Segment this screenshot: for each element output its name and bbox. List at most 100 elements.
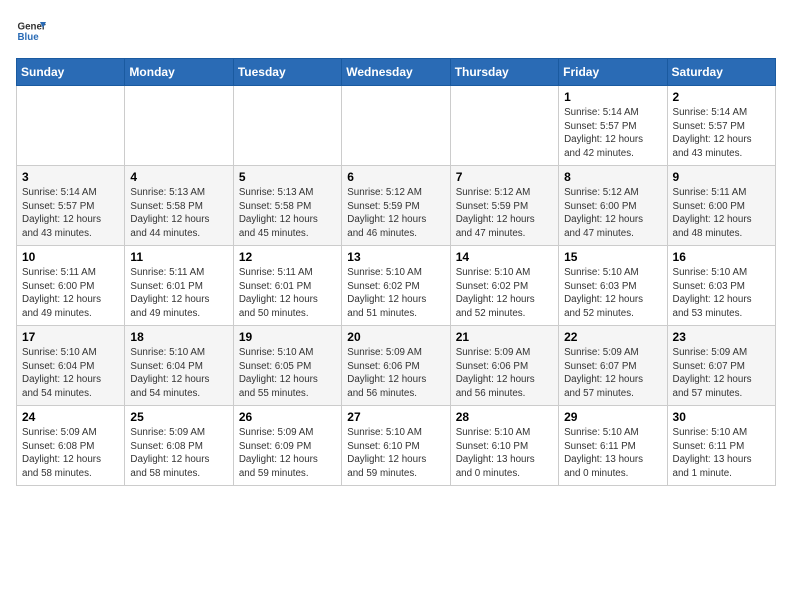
day-info: Sunrise: 5:09 AM Sunset: 6:06 PM Dayligh… [347, 346, 444, 401]
calendar-body: 1 Sunrise: 5:14 AM Sunset: 5:57 PM Daylig… [17, 86, 776, 486]
svg-text:Blue: Blue [18, 32, 40, 43]
day-info: Sunrise: 5:10 AM Sunset: 6:05 PM Dayligh… [239, 346, 336, 401]
day-number: 15 [564, 250, 661, 264]
calendar-cell: 11 Sunrise: 5:11 AM Sunset: 6:01 PM Dayli… [125, 246, 233, 326]
day-number: 21 [456, 330, 553, 344]
day-info: Sunrise: 5:11 AM Sunset: 6:00 PM Dayligh… [22, 266, 119, 321]
calendar-week-2: 3Sunrise: 5:14 AM Sunset: 5:57 PM Daylig… [17, 166, 776, 246]
day-info: Sunrise: 5:12 AM Sunset: 5:59 PM Dayligh… [456, 186, 553, 241]
day-number: 3 [22, 170, 119, 184]
calendar-cell: 29 Sunrise: 5:10 AM Sunset: 6:11 PM Dayli… [559, 406, 667, 486]
day-number: 16 [673, 250, 770, 264]
day-info: Sunrise: 5:09 AM Sunset: 6:07 PM Dayligh… [564, 346, 661, 401]
calendar-week-4: 17 Sunrise: 5:10 AM Sunset: 6:04 PM Dayli… [17, 326, 776, 406]
calendar-cell: 26 Sunrise: 5:09 AM Sunset: 6:09 PM Dayli… [233, 406, 341, 486]
day-number: 23 [673, 330, 770, 344]
calendar-cell [17, 86, 125, 166]
day-number: 14 [456, 250, 553, 264]
calendar-cell: 19Sunrise: 5:10 AM Sunset: 6:05 PM Dayli… [233, 326, 341, 406]
day-number: 10 [22, 250, 119, 264]
calendar-cell: 5 Sunrise: 5:13 AM Sunset: 5:58 PM Daylig… [233, 166, 341, 246]
calendar-cell: 28 Sunrise: 5:10 AM Sunset: 6:10 PM Dayli… [450, 406, 558, 486]
calendar-cell: 9 Sunrise: 5:11 AM Sunset: 6:00 PM Daylig… [667, 166, 775, 246]
calendar-cell: 1Sunrise: 5:14 AM Sunset: 5:57 PM Daylig… [559, 86, 667, 166]
day-info: Sunrise: 5:11 AM Sunset: 6:00 PM Dayligh… [673, 186, 770, 241]
calendar-cell: 25 Sunrise: 5:09 AM Sunset: 6:08 PM Dayli… [125, 406, 233, 486]
weekday-header-saturday: Saturday [667, 59, 775, 86]
day-info: Sunrise: 5:09 AM Sunset: 6:06 PM Dayligh… [456, 346, 553, 401]
weekday-header-monday: Monday [125, 59, 233, 86]
calendar-cell: 16 Sunrise: 5:10 AM Sunset: 6:03 PM Dayli… [667, 246, 775, 326]
day-info: Sunrise: 5:10 AM Sunset: 6:03 PM Dayligh… [673, 266, 770, 321]
calendar-cell [125, 86, 233, 166]
day-info: Sunrise: 5:09 AM Sunset: 6:09 PM Dayligh… [239, 426, 336, 481]
day-number: 28 [456, 410, 553, 424]
day-number: 20 [347, 330, 444, 344]
weekday-header-wednesday: Wednesday [342, 59, 450, 86]
day-number: 6 [347, 170, 444, 184]
weekday-header-friday: Friday [559, 59, 667, 86]
page-header: General Blue [16, 16, 776, 46]
day-number: 5 [239, 170, 336, 184]
day-info: Sunrise: 5:12 AM Sunset: 5:59 PM Dayligh… [347, 186, 444, 241]
day-number: 26 [239, 410, 336, 424]
day-info: Sunrise: 5:14 AM Sunset: 5:57 PM Dayligh… [673, 106, 770, 161]
calendar-cell: 6 Sunrise: 5:12 AM Sunset: 5:59 PM Daylig… [342, 166, 450, 246]
day-number: 8 [564, 170, 661, 184]
weekday-header-sunday: Sunday [17, 59, 125, 86]
calendar-cell: 7 Sunrise: 5:12 AM Sunset: 5:59 PM Daylig… [450, 166, 558, 246]
day-info: Sunrise: 5:09 AM Sunset: 6:08 PM Dayligh… [22, 426, 119, 481]
day-number: 12 [239, 250, 336, 264]
weekday-header-tuesday: Tuesday [233, 59, 341, 86]
day-info: Sunrise: 5:09 AM Sunset: 6:07 PM Dayligh… [673, 346, 770, 401]
day-number: 1 [564, 90, 661, 104]
day-info: Sunrise: 5:11 AM Sunset: 6:01 PM Dayligh… [130, 266, 227, 321]
weekday-header-thursday: Thursday [450, 59, 558, 86]
day-info: Sunrise: 5:10 AM Sunset: 6:10 PM Dayligh… [456, 426, 553, 481]
logo-icon: General Blue [16, 16, 46, 46]
calendar-cell: 12 Sunrise: 5:11 AM Sunset: 6:01 PM Dayli… [233, 246, 341, 326]
calendar-cell: 8 Sunrise: 5:12 AM Sunset: 6:00 PM Daylig… [559, 166, 667, 246]
day-info: Sunrise: 5:10 AM Sunset: 6:02 PM Dayligh… [456, 266, 553, 321]
day-number: 17 [22, 330, 119, 344]
logo: General Blue [16, 16, 46, 46]
calendar-cell: 27 Sunrise: 5:10 AM Sunset: 6:10 PM Dayli… [342, 406, 450, 486]
day-info: Sunrise: 5:09 AM Sunset: 6:08 PM Dayligh… [130, 426, 227, 481]
day-number: 9 [673, 170, 770, 184]
calendar-cell [450, 86, 558, 166]
day-number: 18 [130, 330, 227, 344]
calendar-week-1: 1 Sunrise: 5:14 AM Sunset: 5:57 PM Daylig… [17, 86, 776, 166]
day-info: Sunrise: 5:11 AM Sunset: 6:01 PM Dayligh… [239, 266, 336, 321]
day-number: 11 [130, 250, 227, 264]
calendar-cell: 21 Sunrise: 5:09 AM Sunset: 6:06 PM Dayli… [450, 326, 558, 406]
calendar-cell: 14 Sunrise: 5:10 AM Sunset: 6:02 PM Dayli… [450, 246, 558, 326]
calendar-cell: 15 Sunrise: 5:10 AM Sunset: 6:03 PM Dayli… [559, 246, 667, 326]
calendar-cell: 20 Sunrise: 5:09 AM Sunset: 6:06 PM Dayli… [342, 326, 450, 406]
day-number: 7 [456, 170, 553, 184]
day-number: 29 [564, 410, 661, 424]
day-info: Sunrise: 5:10 AM Sunset: 6:03 PM Dayligh… [564, 266, 661, 321]
day-info: Sunrise: 5:10 AM Sunset: 6:11 PM Dayligh… [673, 426, 770, 481]
day-info: Sunrise: 5:13 AM Sunset: 5:58 PM Dayligh… [130, 186, 227, 241]
calendar-cell: 13Sunrise: 5:10 AM Sunset: 6:02 PM Dayli… [342, 246, 450, 326]
calendar-week-3: 10 Sunrise: 5:11 AM Sunset: 6:00 PM Dayli… [17, 246, 776, 326]
day-number: 27 [347, 410, 444, 424]
calendar-table: SundayMondayTuesdayWednesdayThursdayFrid… [16, 58, 776, 486]
day-info: Sunrise: 5:10 AM Sunset: 6:04 PM Dayligh… [130, 346, 227, 401]
day-number: 2 [673, 90, 770, 104]
calendar-cell: 10 Sunrise: 5:11 AM Sunset: 6:00 PM Dayli… [17, 246, 125, 326]
day-info: Sunrise: 5:10 AM Sunset: 6:10 PM Dayligh… [347, 426, 444, 481]
calendar-cell: 4Sunrise: 5:13 AM Sunset: 5:58 PM Daylig… [125, 166, 233, 246]
calendar-cell: 2 Sunrise: 5:14 AM Sunset: 5:57 PM Daylig… [667, 86, 775, 166]
calendar-cell: 30Sunrise: 5:10 AM Sunset: 6:11 PM Dayli… [667, 406, 775, 486]
calendar-header: SundayMondayTuesdayWednesdayThursdayFrid… [17, 59, 776, 86]
calendar-cell: 17Sunrise: 5:10 AM Sunset: 6:04 PM Dayli… [17, 326, 125, 406]
calendar-cell [233, 86, 341, 166]
day-info: Sunrise: 5:12 AM Sunset: 6:00 PM Dayligh… [564, 186, 661, 241]
day-info: Sunrise: 5:10 AM Sunset: 6:11 PM Dayligh… [564, 426, 661, 481]
calendar-cell [342, 86, 450, 166]
calendar-cell: 22Sunrise: 5:09 AM Sunset: 6:07 PM Dayli… [559, 326, 667, 406]
day-number: 13 [347, 250, 444, 264]
day-info: Sunrise: 5:13 AM Sunset: 5:58 PM Dayligh… [239, 186, 336, 241]
day-number: 25 [130, 410, 227, 424]
